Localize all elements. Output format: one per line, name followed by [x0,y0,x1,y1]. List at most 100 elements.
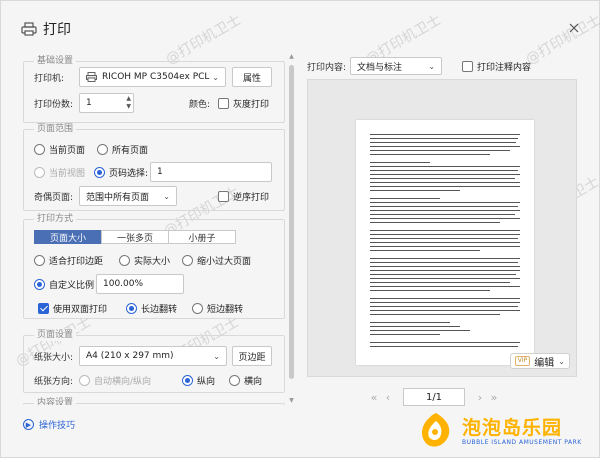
portrait-option[interactable]: 纵向 [182,374,215,387]
short-edge-label: 短边翻转 [207,305,244,315]
long-edge-label: 长边翻转 [141,305,178,315]
paper-size-value: A4 (210 x 297 mm) [86,351,174,361]
custom-scale-input[interactable]: 100.00% [96,274,184,294]
preview-text-line [370,314,500,316]
chevron-up-icon[interactable]: ▲ [126,95,131,103]
custom-scale-value: 100.00% [103,279,144,289]
auto-orientation-label: 自动横向/纵向 [94,377,152,387]
custom-scale-label: 自定义比例 [49,281,95,291]
chevron-down-icon: ⌄ [212,72,219,82]
preview-text-line [370,262,518,264]
copies-input[interactable]: 1 ▲ ▼ [79,93,134,113]
actual-size-option[interactable]: 实际大小 [119,254,170,267]
portrait-label: 纵向 [197,377,216,387]
tab-booklet[interactable]: 小册子 [168,230,236,244]
preview-text-line [370,202,520,204]
scroll-down-icon[interactable]: ▼ [288,397,295,405]
page-indicator-input[interactable]: 1/1 [403,388,465,406]
scroll-up-icon[interactable]: ▲ [288,53,295,61]
radio-shrink[interactable] [182,255,193,266]
radio-fit-margin[interactable] [34,255,45,266]
print-content-select[interactable]: 文档与标注 ⌄ [350,57,443,75]
settings-scrollbar[interactable]: ▲ ▼ [288,53,295,405]
tab-multi-page[interactable]: 一张多页 [101,230,169,244]
print-annotations-checkbox[interactable] [462,60,474,72]
custom-scale-option[interactable]: 自定义比例 [34,278,94,291]
range-current-view-label: 当前视图 [49,169,86,179]
landscape-option[interactable]: 横向 [229,374,262,387]
close-button[interactable] [567,21,581,35]
radio-custom-scale[interactable] [34,279,45,290]
brand-logo-icon [422,413,450,447]
grayscale-checkbox[interactable] [218,98,229,109]
long-edge-option[interactable]: 长边翻转 [126,302,177,315]
tips-link[interactable]: ▶ 操作技巧 [23,418,75,431]
preview-text-line [370,334,440,336]
last-page-icon[interactable]: » [487,391,501,404]
odd-even-select[interactable]: 范围中所有页面 ⌄ [79,186,177,206]
title-bar: 打印 [21,19,71,39]
printer-select[interactable]: RICOH MP C3504ex PCL 6 ⌄ [79,67,226,87]
print-annotations-option[interactable]: 打印注释内容 [462,60,531,73]
tab-page-size[interactable]: 页面大小 [34,230,102,244]
help-icon: ▶ [23,419,34,430]
radio-short-edge[interactable] [192,303,203,314]
group-title: 打印方式 [34,213,77,225]
print-mode-group: 打印方式 页面大小 一张多页 小册子 适合打印边距 实际大小 缩小过大页面 自定… [23,213,285,319]
preview-text-line [370,218,520,220]
duplex-checkbox[interactable] [38,303,49,314]
paper-size-select[interactable]: A4 (210 x 297 mm) ⌄ [79,346,227,366]
landscape-label: 横向 [244,377,263,387]
odd-even-label: 奇偶页面: [34,193,74,203]
radio-landscape[interactable] [229,375,240,386]
range-page-select-label: 页码选择: [109,169,149,179]
preview-text-line [370,298,520,300]
copies-label: 打印份数: [34,100,74,110]
preview-text-line [370,146,520,148]
margin-button[interactable]: 页边距 [232,346,272,366]
orientation-label: 纸张方向: [34,377,74,387]
radio-actual-size[interactable] [119,255,130,266]
preview-text-line [370,214,515,216]
preview-text-line [370,274,516,276]
preview-text-line [370,322,450,324]
reverse-checkbox[interactable] [218,191,229,202]
preview-text-line [370,326,460,328]
range-all-pages[interactable]: 所有页面 [97,143,148,156]
shrink-label: 缩小过大页面 [197,257,252,267]
printer-properties-button[interactable]: 属性 [232,67,272,87]
preview-text-line [370,330,470,332]
short-edge-option[interactable]: 短边翻转 [192,302,243,315]
page-select-input[interactable]: 1 [150,162,272,182]
radio-page-select[interactable] [94,167,105,178]
first-page-icon[interactable]: « [367,391,381,404]
grayscale-option[interactable]: 灰度打印 [218,97,269,110]
range-page-select[interactable]: 页码选择: [94,166,148,179]
fit-margin-label: 适合打印边距 [49,257,104,267]
shrink-option[interactable]: 缩小过大页面 [182,254,251,267]
preview-text-line [370,290,490,292]
copies-value: 1 [86,98,92,108]
fit-margin-option[interactable]: 适合打印边距 [34,254,103,267]
radio-long-edge[interactable] [126,303,137,314]
radio-auto-orientation [79,375,90,386]
radio-portrait[interactable] [182,375,193,386]
page-range-group: 页面范围 当前页面 所有页面 当前视图 页码选择: 1 奇偶页面: 范围中所有页… [23,123,285,211]
preview-text-line [370,242,520,244]
prev-page-icon[interactable]: ‹ [381,391,395,404]
reverse-option[interactable]: 逆序打印 [218,190,269,203]
radio-all-pages[interactable] [97,144,108,155]
edit-button[interactable]: VIP 编辑 ⌄ [509,353,570,369]
preview-text-line [370,174,520,176]
scrollbar-thumb[interactable] [289,65,294,379]
duplex-option[interactable]: 使用双面打印 [38,302,107,315]
preview-text-line [370,238,518,240]
duplex-label: 使用双面打印 [53,305,108,315]
preview-text-line [370,166,520,168]
radio-current-page[interactable] [34,144,45,155]
next-page-icon[interactable]: › [473,391,487,404]
copies-stepper[interactable]: ▲ ▼ [126,95,131,111]
range-current-page[interactable]: 当前页面 [34,143,85,156]
chevron-down-icon: ⌄ [428,61,436,71]
chevron-down-icon[interactable]: ▼ [126,103,131,111]
